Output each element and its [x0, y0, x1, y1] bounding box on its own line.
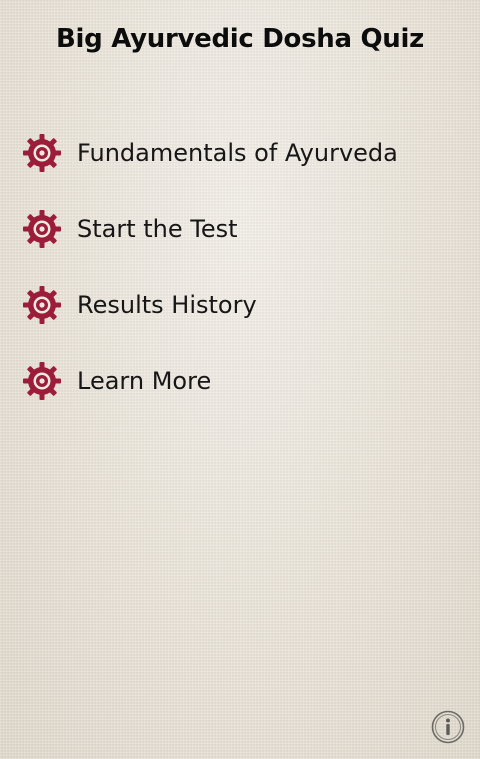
menu-item-learn-more[interactable]: Learn More	[22, 356, 462, 406]
page-title: Big Ayurvedic Dosha Quiz	[56, 24, 424, 54]
menu-item-results-history[interactable]: Results History	[22, 280, 462, 330]
gear-icon	[23, 210, 61, 248]
menu-item-label: Start the Test	[77, 215, 238, 243]
gear-icon	[23, 362, 61, 400]
gear-icon	[23, 286, 61, 324]
menu-item-label: Results History	[77, 291, 257, 319]
info-icon[interactable]	[431, 710, 465, 744]
menu-item-label: Learn More	[77, 367, 212, 395]
menu-item-label: Fundamentals of Ayurveda	[77, 139, 398, 167]
main-menu: Fundamentals of Ayurveda Start the Test …	[22, 128, 462, 432]
menu-item-start-test[interactable]: Start the Test	[22, 204, 462, 254]
menu-item-fundamentals[interactable]: Fundamentals of Ayurveda	[22, 128, 462, 178]
gear-icon	[23, 134, 61, 172]
